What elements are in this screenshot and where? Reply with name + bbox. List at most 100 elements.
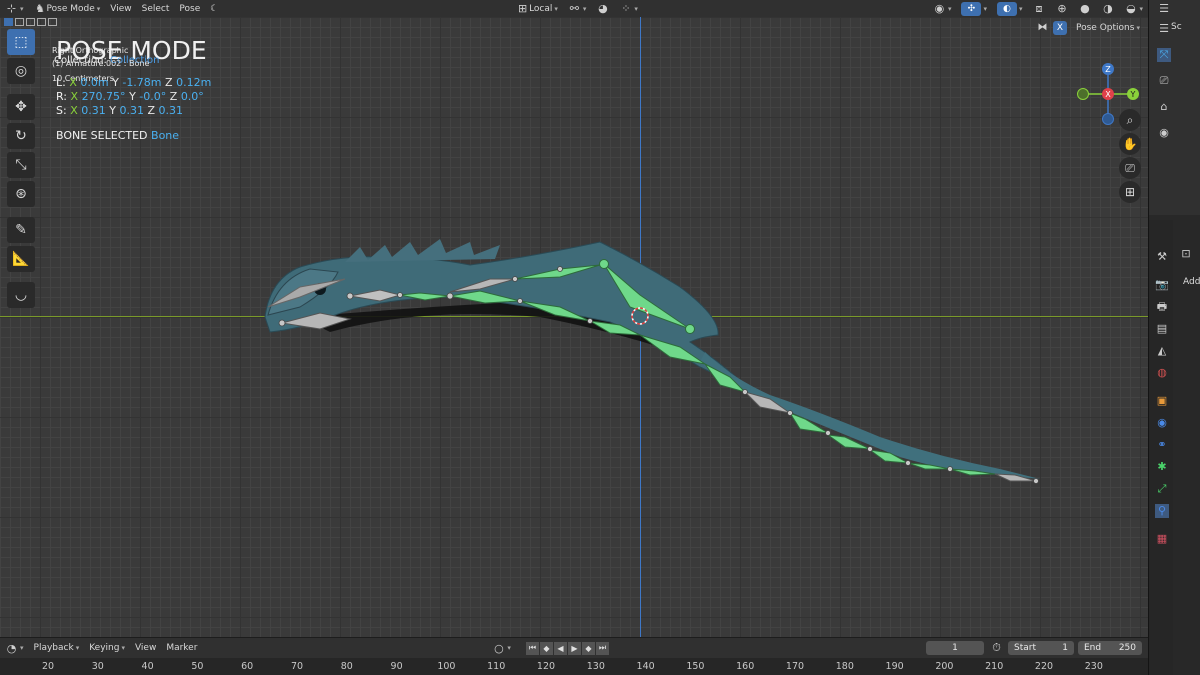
view-layer-tab-icon[interactable]: ▤ (1155, 322, 1169, 336)
pose-options-dropdown[interactable]: Pose Options ▾ (1071, 19, 1145, 36)
snap-toggle[interactable]: ◕ (591, 0, 614, 17)
select-mode-icons[interactable] (4, 18, 57, 26)
pan-hand-icon[interactable]: ✋ (1119, 133, 1141, 155)
cursor-tool-icon[interactable]: ◎ (7, 58, 35, 84)
menu-view[interactable]: View (105, 0, 136, 17)
selected-joint-end (685, 324, 695, 334)
rotate-tool-icon[interactable]: ↻ (7, 123, 35, 149)
dragon-tail (700, 352, 1040, 479)
3d-viewport[interactable]: Right Orthographic POSE MODE Collection:… (0, 17, 1148, 637)
ruler-tick-label: 120 (536, 661, 556, 672)
shading-material[interactable]: ● (1073, 0, 1096, 17)
ruler-tick-label: 90 (390, 661, 403, 672)
select-subtract-icon[interactable] (26, 18, 35, 26)
select-box-tool-icon[interactable]: ⬚ (7, 29, 35, 55)
bone-name: Bone (151, 129, 180, 142)
xray-toggle[interactable]: ⧈ (1027, 0, 1050, 17)
jump-start-icon[interactable]: ⏮ (525, 641, 539, 655)
object-tab-icon[interactable]: ▣ (1155, 394, 1169, 408)
measure-tool-icon[interactable]: 📐 (7, 246, 35, 272)
left-toolbar: ⬚ ◎ ✥ ↻ ⤡ ⊛ ✎ 📐 ◡ (4, 18, 57, 308)
ruler-tick-label: 80 (340, 661, 353, 672)
current-frame-field[interactable]: 1 (926, 641, 984, 655)
visibility-dropdown[interactable]: ◉ ▾ (928, 0, 957, 17)
jump-end-icon[interactable]: ⏭ (595, 641, 609, 655)
bone-selected-label: BONE SELECTED (56, 129, 148, 142)
constraint-tab-icon[interactable]: ⚭ (1155, 438, 1169, 452)
location-row: L: X 0.0m Y -1.78m Z 0.12m (56, 76, 211, 89)
x-mirror-button[interactable]: X (1053, 20, 1067, 35)
editor-type-button[interactable]: ⊹ ▾ (0, 0, 29, 17)
select-extend-icon[interactable] (15, 18, 24, 26)
shading-rendered[interactable]: ◑ (1096, 0, 1119, 17)
select-invert-icon[interactable] (37, 18, 46, 26)
tool-tab-icon[interactable]: ⚒ (1155, 250, 1169, 264)
end-frame-field[interactable]: End 250 (1078, 641, 1142, 655)
stopwatch-icon[interactable]: ⏱ (990, 641, 1003, 654)
shading-solid[interactable]: ⊕ (1050, 0, 1073, 17)
move-tool-icon[interactable]: ✥ (7, 94, 35, 120)
armature-data-tab-icon[interactable]: ✱ (1155, 460, 1169, 474)
world-tab-icon[interactable]: ◍ (1155, 366, 1169, 380)
mirror-icon[interactable]: ⧓ (1036, 21, 1049, 34)
scale-tool-icon[interactable]: ⤡ (7, 152, 35, 178)
play-icon[interactable]: ▶ (567, 641, 581, 655)
texture-tab-icon[interactable]: ▦ (1155, 532, 1169, 546)
prev-keyframe-icon[interactable]: ◆ (539, 641, 553, 655)
armature-icon[interactable]: ⤧ (1157, 48, 1171, 62)
modifier-tab-icon[interactable]: ◉ (1155, 416, 1169, 430)
play-reverse-icon[interactable]: ◀ (553, 641, 567, 655)
scale-y-value: 0.31 (119, 104, 144, 117)
select-new-icon[interactable] (4, 18, 13, 26)
keying-label: Keying (89, 643, 120, 653)
ruler-tick-label: 210 (985, 661, 1004, 672)
render-tab-icon[interactable]: 📷 (1155, 278, 1169, 292)
bone-tab-icon[interactable]: ⤢ (1155, 482, 1169, 496)
bone-constraint-tab-icon[interactable]: ⚲ (1155, 504, 1169, 518)
next-keyframe-icon[interactable]: ◆ (581, 641, 595, 655)
clock-icon: ◔ (6, 641, 17, 655)
menu-marker[interactable]: Marker (161, 640, 202, 657)
playback-label: Playback (33, 643, 74, 653)
transform-tool-icon[interactable]: ⊛ (7, 181, 35, 207)
scale-row-label: S: (56, 104, 67, 117)
overlay-toggle[interactable]: ◐ ▾ (992, 0, 1028, 17)
pivot-dropdown[interactable]: ⚯ ▾ (563, 0, 592, 17)
annotate-tool-icon[interactable]: ✎ (7, 217, 35, 243)
select-intersect-icon[interactable] (48, 18, 57, 26)
output-tab-icon[interactable]: 🖶 (1155, 300, 1169, 314)
camera-view-icon[interactable]: ⎚ (1119, 157, 1141, 179)
scene-tab-icon[interactable]: ◭ (1155, 344, 1169, 358)
rot-z-label: Z (169, 90, 178, 103)
ruler-tick-label: 30 (91, 661, 104, 672)
outliner-filter-icon[interactable]: ☰ (1157, 22, 1171, 36)
grid-dots-icon: ⁘ (621, 2, 631, 15)
menu-playback[interactable]: Playback ▾ (29, 640, 85, 657)
zoom-icon[interactable]: ⌕ (1119, 109, 1141, 131)
menu-pose[interactable]: Pose (174, 0, 205, 17)
timeline-editor-type[interactable]: ◔ ▾ (0, 640, 29, 657)
menu-keying[interactable]: Keying ▾ (84, 640, 130, 657)
eye-icon: ◉ (934, 2, 945, 15)
ruler-tick-label: 150 (686, 661, 705, 672)
outliner-editor-icon[interactable]: ☰ (1157, 2, 1171, 16)
gizmo-toggle[interactable]: ✣ ▾ (956, 0, 992, 17)
shading-options[interactable]: ◒ ▾ (1119, 0, 1148, 17)
orientation-dropdown[interactable]: ⊞ Local ▾ (511, 0, 563, 17)
start-frame-field[interactable]: Start 1 (1008, 641, 1074, 655)
record-button[interactable]: ○ ▾ (487, 640, 516, 657)
outliner[interactable]: ☰ ☰ Sc ⤧ ⎚ ⌂ ◉ (1149, 0, 1200, 215)
add-label: Add (1183, 277, 1200, 287)
ruler-tick-label: 110 (487, 661, 506, 672)
pin-icon[interactable]: ⊡ (1179, 247, 1193, 261)
snap-options[interactable]: ⁘ ▾ (614, 0, 643, 17)
menu-timeline-view[interactable]: View (130, 640, 161, 657)
perspective-grid-icon[interactable]: ⊞ (1119, 181, 1141, 203)
gizmo-icon: ✣ (961, 1, 982, 16)
relax-pose-tool-icon[interactable]: ◡ (7, 282, 35, 308)
ruler-tick-label: 100 (437, 661, 456, 672)
moon-icon[interactable]: ☾ (205, 0, 223, 17)
mode-selector[interactable]: ♞ Pose Mode ▾ (29, 0, 106, 17)
timeline-ruler[interactable]: 20 30 40 50 60 70 80 90 100 110 120 130 140 150 160 170… (0, 658, 1148, 675)
menu-select[interactable]: Select (137, 0, 175, 17)
